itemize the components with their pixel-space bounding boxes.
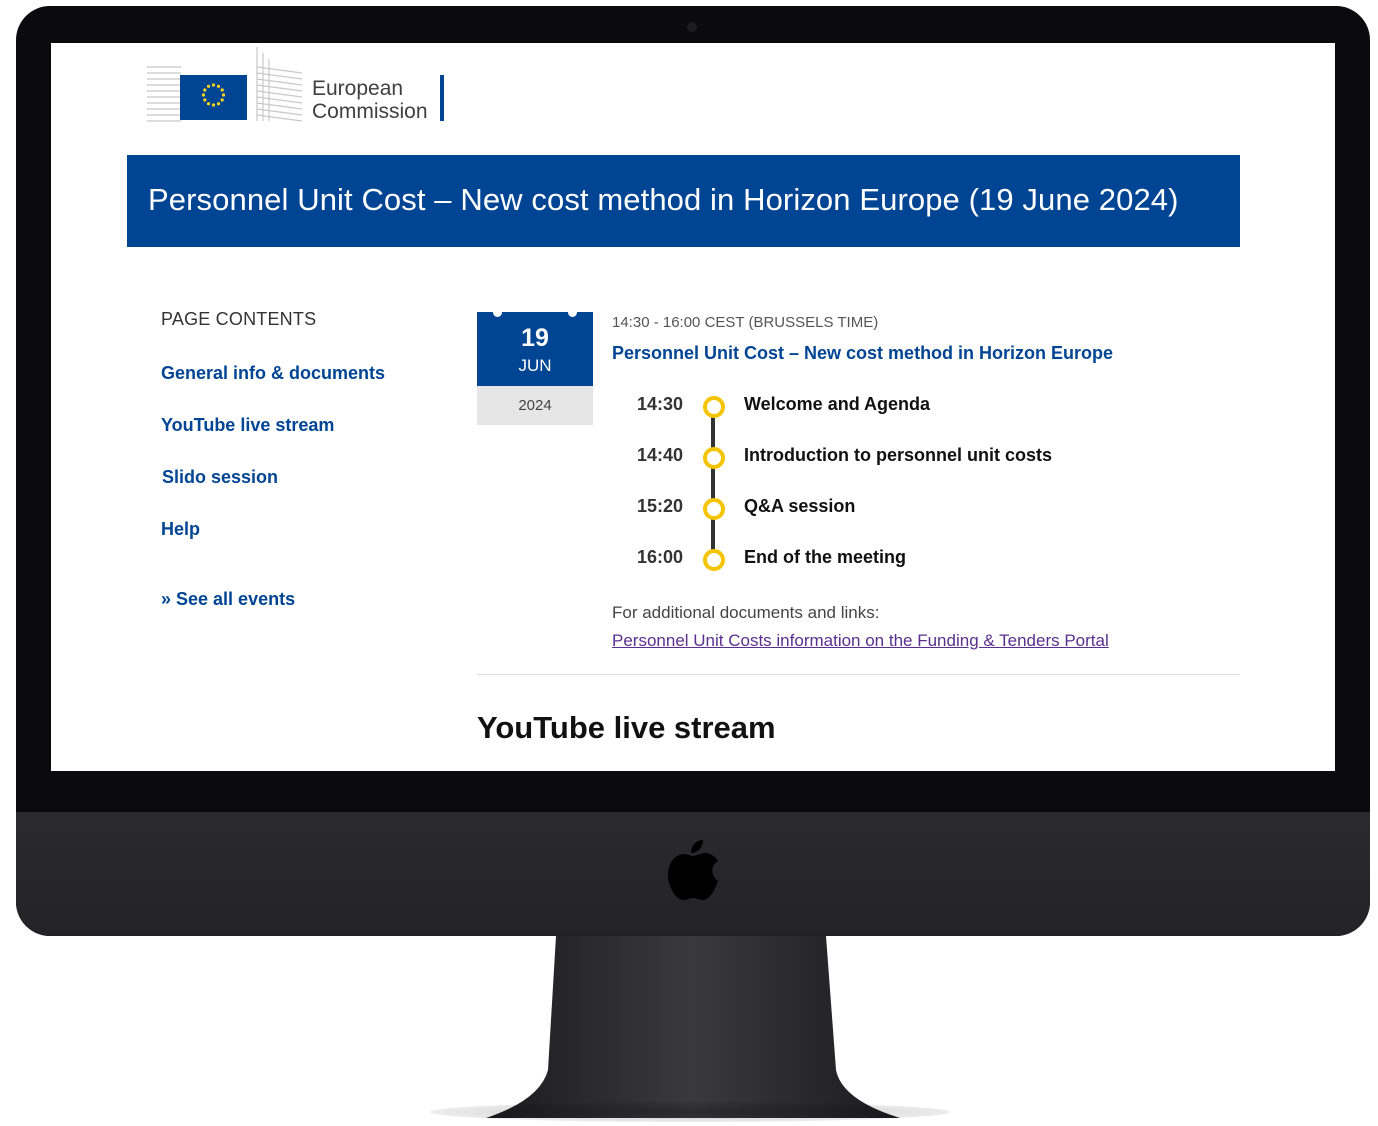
organization-name-line1: European — [312, 77, 404, 100]
organization-name[interactable]: European Commission — [312, 77, 428, 123]
section-divider — [477, 674, 1240, 675]
calendar-ring-right — [568, 308, 577, 317]
funding-tenders-portal-link[interactable]: Personnel Unit Costs information on the … — [612, 631, 1109, 651]
sidebar-item-youtube[interactable]: YouTube live stream — [161, 415, 334, 436]
apple-logo-icon — [668, 840, 718, 900]
additional-docs-text: For additional documents and links: — [612, 603, 880, 622]
event-title-link[interactable]: Personnel Unit Cost – New cost method in… — [612, 343, 1113, 364]
sidebar-item-help[interactable]: Help — [161, 519, 200, 540]
agenda-time: 14:40 — [637, 445, 684, 465]
timeline-dot-icon — [703, 498, 725, 520]
sidebar-item-slido[interactable]: Slido session — [162, 467, 278, 488]
stand-shadow — [430, 1102, 950, 1122]
logo-divider — [440, 75, 444, 121]
page-title: Personnel Unit Cost – New cost method in… — [148, 182, 1179, 217]
browser-screen: European Commission Personnel Unit Cost … — [51, 43, 1335, 771]
youtube-section-heading: YouTube live stream — [477, 710, 776, 745]
agenda-label: Introduction to personnel unit costs — [744, 445, 1052, 465]
sidebar-item-general-info[interactable]: General info & documents — [161, 363, 385, 384]
eu-flag-icon — [147, 47, 303, 122]
event-year: 2024 — [477, 386, 593, 425]
event-date-badge: 19 JUN 2024 — [477, 308, 593, 425]
date-badge-top: 19 JUN — [477, 308, 593, 386]
timeline-dot-icon — [703, 396, 725, 418]
agenda-time: 16:00 — [637, 547, 684, 567]
page-contents-sidebar: PAGE CONTENTS General info & documents Y… — [161, 309, 461, 609]
event-time: 14:30 - 16:00 CEST (BRUSSELS TIME) — [612, 314, 879, 331]
agenda-label: Welcome and Agenda — [744, 394, 931, 414]
calendar-ring-left — [493, 308, 502, 317]
agenda-time: 14:30 — [637, 394, 684, 414]
agenda-label: Q&A session — [744, 496, 856, 516]
sidebar-heading: PAGE CONTENTS — [161, 309, 317, 329]
event-month: JUN — [518, 356, 552, 375]
organization-name-line2: Commission — [312, 100, 428, 123]
timeline-dot-icon — [703, 549, 725, 571]
timeline-dot-icon — [703, 447, 725, 469]
agenda-timeline-line — [711, 411, 715, 559]
agenda-label: End of the meeting — [744, 547, 906, 567]
event-day: 19 — [521, 324, 549, 352]
page-banner: Personnel Unit Cost – New cost method in… — [127, 155, 1240, 247]
see-all-events-link[interactable]: » See all events — [161, 589, 295, 610]
agenda-time: 15:20 — [637, 496, 684, 516]
